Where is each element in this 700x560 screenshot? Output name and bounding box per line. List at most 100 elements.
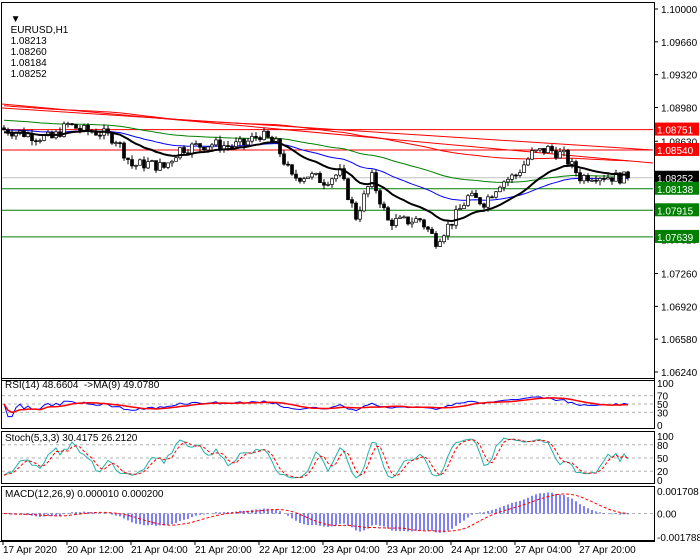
candle [546, 146, 550, 154]
candle [266, 130, 270, 138]
candle [246, 140, 250, 146]
candle [130, 159, 134, 167]
level-label: 1.08751 [657, 126, 694, 137]
candle [38, 140, 42, 142]
close-value: 1.08252 [10, 69, 47, 80]
candle [242, 138, 246, 146]
candle [322, 182, 326, 186]
candle [354, 202, 358, 220]
candle [534, 149, 538, 152]
candle [314, 172, 318, 175]
candle [326, 184, 330, 186]
candle [510, 174, 514, 180]
chart-canvas[interactable]: 1.100001.096601.093201.089801.086301.082… [0, 0, 700, 560]
candle [518, 172, 522, 176]
ma-mid-line [3, 129, 629, 201]
candle [146, 161, 150, 169]
candle [270, 136, 274, 142]
candle [126, 157, 130, 160]
candle [206, 146, 210, 151]
candle [458, 208, 462, 210]
candle [78, 127, 82, 131]
candle [154, 160, 158, 171]
y-tick-label: 1.10000 [661, 5, 698, 16]
candle [466, 195, 470, 206]
candle [138, 159, 142, 166]
candle [350, 199, 354, 204]
candle [542, 148, 546, 154]
rsi-tick-label: 100 [657, 379, 674, 390]
stoch-tick-label: 50 [657, 454, 669, 465]
candle [278, 138, 282, 155]
candle [226, 145, 230, 147]
x-tick-label: 23 Apr 20:00 [387, 545, 444, 556]
stoch-tick-label: 0 [657, 476, 663, 487]
y-tick-label: 1.06240 [661, 368, 698, 379]
level-label: 1.07915 [657, 206, 694, 217]
level-label: 1.08138 [657, 185, 694, 196]
candle [190, 143, 194, 154]
candle [486, 196, 490, 208]
candle [262, 130, 266, 141]
candle [430, 228, 434, 234]
candle [558, 151, 562, 159]
candle [290, 164, 294, 175]
x-tick-label: 21 Apr 20:00 [195, 545, 252, 556]
symbol-label: EURUSD,H1 [10, 25, 69, 36]
candle [142, 159, 146, 169]
candle [238, 138, 242, 143]
candle [258, 137, 262, 141]
candle [298, 177, 302, 182]
candle [378, 190, 382, 205]
candle [2, 127, 6, 131]
x-tick-label: 21 Apr 04:00 [131, 545, 188, 556]
candle [434, 233, 438, 247]
collapse-triangle-icon[interactable]: ▼ [11, 14, 21, 25]
macd-tick-label: -0.001788 [657, 533, 700, 544]
rsi-tick-label: 30 [657, 408, 669, 419]
y-tick-label: 1.06920 [661, 302, 698, 313]
candle [410, 221, 414, 225]
candle [254, 136, 258, 138]
macd-title: MACD(12,26,9) 0.000010 0.000200 [5, 489, 164, 500]
candle [10, 133, 14, 137]
candle [302, 178, 306, 182]
candle [374, 172, 378, 192]
candle [250, 136, 254, 142]
candle [390, 219, 394, 226]
rsi-line [3, 396, 629, 418]
x-tick-label: 22 Apr 12:00 [259, 545, 316, 556]
candle [478, 197, 482, 205]
candle [474, 192, 478, 198]
candle [582, 175, 586, 182]
open-value: 1.08213 [10, 36, 47, 47]
candle [346, 178, 350, 200]
level-label: 1.07639 [657, 233, 694, 244]
candle [490, 196, 494, 199]
candle [362, 193, 366, 212]
candle [550, 146, 554, 152]
candle [366, 186, 370, 195]
candle [82, 125, 86, 131]
chart-window[interactable]: 1.100001.096601.093201.089801.086301.082… [0, 0, 700, 560]
candle [158, 162, 162, 171]
candle [42, 135, 46, 141]
candle [594, 179, 598, 182]
candle [70, 123, 74, 126]
candle [482, 203, 486, 208]
candle [210, 144, 214, 148]
x-tick-label: 27 Apr 04:00 [515, 545, 572, 556]
y-tick-label: 1.08980 [661, 103, 698, 114]
level-label: 1.08540 [657, 146, 694, 157]
candle [590, 179, 594, 182]
low-value: 1.08184 [10, 58, 47, 69]
macd-tick-label: 0.001708 [657, 487, 699, 498]
candle [282, 153, 286, 165]
candle [494, 191, 498, 198]
candle [170, 160, 174, 164]
candle [234, 141, 238, 147]
stoch-title: Stoch(5,3,3) 30.4175 26.2120 [5, 433, 138, 444]
candle [166, 162, 170, 168]
candle [514, 174, 518, 177]
candle [98, 134, 102, 137]
